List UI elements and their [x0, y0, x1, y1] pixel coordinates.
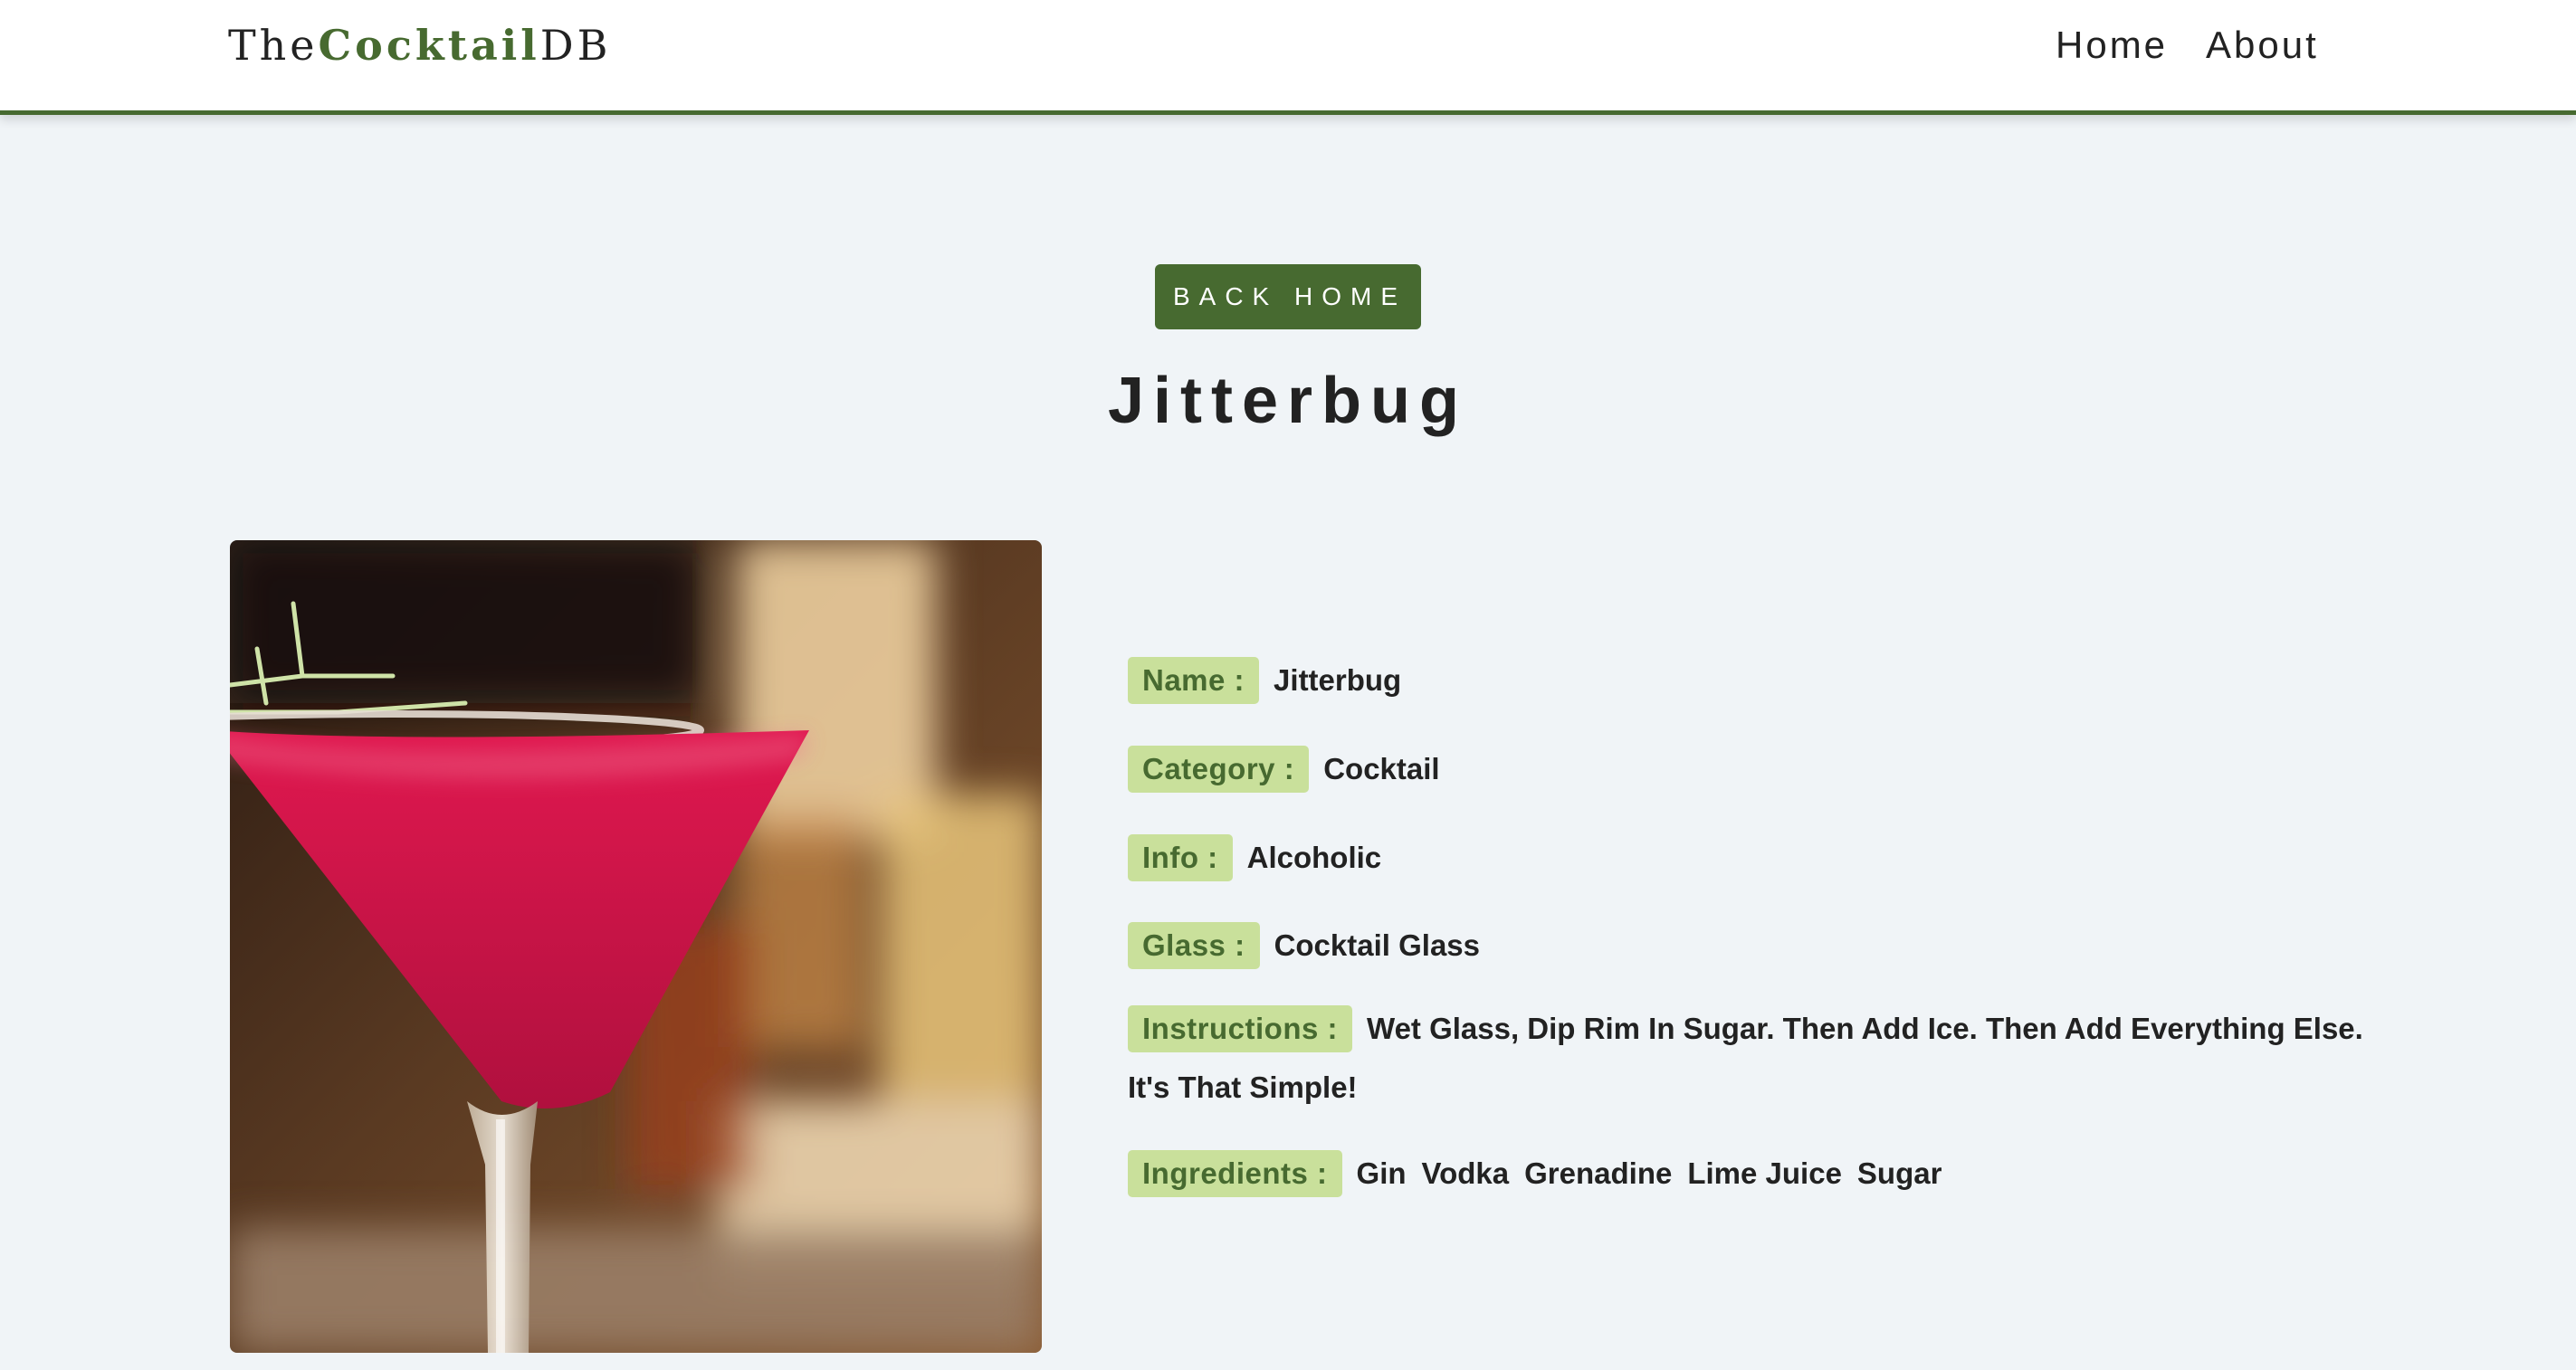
detail-label-glass: Glass : [1128, 922, 1260, 969]
detail-value-glass: Cocktail Glass [1274, 928, 1481, 962]
detail-value-category: Cocktail [1323, 752, 1440, 785]
detail-label-instructions: Instructions : [1128, 1005, 1353, 1052]
navbar: TheCocktailDB Home About [0, 0, 2576, 115]
back-home-button[interactable]: Back Home [1155, 264, 1421, 329]
detail-row-name: Name : Jitterbug [1128, 657, 1401, 704]
detail-value-name: Jitterbug [1274, 663, 1402, 697]
nav-link-about[interactable]: About [2206, 20, 2319, 71]
detail-value-info: Alcoholic [1246, 841, 1382, 874]
ingredient-item: Grenadine [1524, 1156, 1673, 1190]
logo-prefix: The [228, 21, 319, 70]
detail-row-category: Category : Cocktail [1128, 746, 1440, 793]
ingredient-item: Lime Juice [1687, 1156, 1842, 1190]
page-title: Jitterbug [1107, 365, 1468, 437]
logo-accent: Cocktail [318, 21, 540, 70]
detail-label-info: Info : [1128, 834, 1233, 881]
nav-link-home[interactable]: Home [2056, 20, 2168, 71]
detail-row-glass: Glass : Cocktail Glass [1128, 922, 1480, 969]
drink-photo [230, 540, 1042, 1353]
detail-row-info: Info : Alcoholic [1128, 834, 1381, 881]
detail-label-category: Category : [1128, 746, 1310, 793]
ingredient-item: Sugar [1856, 1156, 1942, 1190]
site-logo[interactable]: TheCocktailDB [228, 20, 611, 71]
ingredient-item: Vodka [1421, 1156, 1510, 1190]
detail-row-ingredients: Ingredients : Gin Vodka Grenadine Lime Juice… [1128, 1150, 1957, 1197]
logo-suffix: DB [539, 21, 612, 70]
detail-row-instructions: Instructions : Wet Glass, Dip Rim In Suga… [1128, 1003, 2377, 1120]
detail-label-ingredients: Ingredients : [1128, 1150, 1342, 1197]
ingredient-item: Gin [1356, 1156, 1407, 1190]
detail-label-name: Name : [1128, 657, 1260, 704]
